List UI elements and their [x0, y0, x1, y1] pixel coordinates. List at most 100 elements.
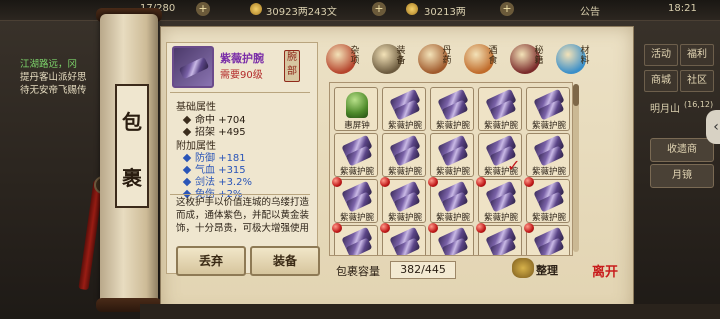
inventory-slot[interactable]	[476, 223, 522, 255]
item-label: 紫薇护腕	[531, 213, 566, 223]
stat-row: 招架 +495	[182, 123, 246, 138]
seal-text: 离开	[592, 265, 619, 280]
title-char: 包	[122, 110, 142, 134]
inventory-slot[interactable]: 紫薇护腕	[526, 133, 570, 177]
red-dot-badge-icon	[428, 223, 438, 233]
red-dot-badge-icon	[428, 177, 438, 187]
item-label: 紫薇护腕	[339, 213, 374, 223]
inventory-slot[interactable]	[380, 223, 426, 255]
tab-book[interactable]: 秘籍	[508, 42, 544, 76]
inventory-slot[interactable]: 紫薇护腕	[476, 177, 522, 223]
discard-button[interactable]: 丢弃	[176, 246, 246, 276]
inventory-title-box: 包 裹	[115, 84, 149, 208]
divider	[170, 92, 310, 93]
inventory-slot[interactable]: 紫薇护腕	[380, 177, 426, 223]
red-dot-badge-icon	[476, 223, 486, 233]
clock-text: 18:21	[668, 3, 697, 14]
item-label: 紫薇护腕	[435, 121, 470, 131]
bottom-bar	[140, 304, 720, 319]
notice-link[interactable]: 公告	[580, 3, 600, 18]
chat-line: 江湖路远，冈	[20, 59, 78, 70]
inventory-slot[interactable]	[524, 223, 570, 255]
inventory-grid: 惠屏钟 紫薇护腕 紫薇护腕 紫薇护腕 紫薇护腕 紫薇护腕 紫薇护腕 紫薇护腕 紫薇护腕 ✓ 紫薇护腕…	[329, 82, 573, 256]
grid-scrollbar[interactable]	[573, 84, 579, 252]
inventory-slot[interactable]: 紫薇护腕	[526, 87, 570, 131]
item-description: 这枚护手以价值连城的乌缕打造而成，通体紫色，并配以黄金装饰，十分昂贵，可极大增强…	[176, 197, 310, 234]
gauntlet-icon	[178, 56, 210, 80]
red-dot-badge-icon	[332, 177, 342, 187]
inventory-slot[interactable]: 紫薇护腕	[428, 177, 474, 223]
item-label: 惠屏钟	[344, 121, 370, 131]
item-name: 紫薇护腕	[220, 52, 264, 65]
inventory-slot[interactable]: 紫薇护腕	[382, 87, 426, 131]
inventory-slot[interactable]: 紫薇护腕	[430, 87, 474, 131]
add-level-plus-button[interactable]: +	[196, 2, 210, 16]
item-label: 紫薇护腕	[531, 121, 566, 131]
tab-label: 丹药	[442, 46, 452, 66]
shop-button[interactable]: 商城	[644, 70, 678, 92]
silver-currency-text: 30923两243文	[266, 7, 337, 18]
capacity-label: 包裹容量	[336, 265, 380, 278]
activity-button[interactable]: 活动	[644, 44, 678, 66]
inventory-slot[interactable]: 紫薇护腕	[382, 133, 426, 177]
selected-item-slot[interactable]	[172, 46, 214, 88]
item-label: 紫薇护腕	[387, 167, 422, 177]
ingot-icon	[406, 3, 418, 15]
location-name: 明月山	[650, 104, 680, 115]
inventory-slot[interactable]: 紫薇护腕	[478, 87, 522, 131]
title-char: 裹	[122, 166, 142, 190]
grid-scrollbar-thumb[interactable]	[573, 84, 579, 106]
item-label: 紫薇护腕	[435, 167, 470, 177]
chat-line: 提丹客山派好思	[20, 72, 87, 83]
red-dot-badge-icon	[332, 223, 342, 233]
chat-preview[interactable]: 江湖路远，冈 提丹客山派好思 待无安帝飞赐传	[20, 58, 110, 97]
item-label: 紫薇护腕	[387, 213, 422, 223]
close-seal-button[interactable]: 离开	[592, 266, 618, 292]
item-label: 紫薇护腕	[339, 167, 374, 177]
chat-line: 待无安帝飞赐传	[20, 85, 87, 96]
equip-button[interactable]: 装备	[250, 246, 320, 276]
item-label: 紫薇护腕	[483, 213, 518, 223]
item-label: 紫薇护腕	[483, 121, 518, 131]
bell-icon	[346, 92, 368, 118]
inventory-slot[interactable]: 紫薇护腕	[430, 133, 474, 177]
red-dot-badge-icon	[524, 177, 534, 187]
equip-slot-tag: 腕部	[284, 50, 300, 82]
location-coords: (16,12)	[684, 100, 714, 109]
item-label: 紫薇护腕	[435, 213, 470, 223]
inventory-slot[interactable]	[332, 223, 378, 255]
moon-mirror-button[interactable]: 月镜	[650, 164, 714, 188]
tab-equipment[interactable]: 装备	[370, 42, 406, 76]
item-label: 紫薇护腕	[531, 167, 566, 177]
inventory-slot[interactable]: 紫薇护腕 ✓	[478, 133, 522, 177]
community-button[interactable]: 社区	[680, 70, 714, 92]
tab-medicine[interactable]: 丹药	[416, 42, 452, 76]
tab-material-gem[interactable]: 材料	[554, 42, 590, 76]
inventory-slot[interactable]: 紫薇护腕	[334, 133, 378, 177]
add-gold-plus-button[interactable]: +	[500, 2, 514, 16]
collect-button[interactable]: 收遗商	[650, 138, 714, 162]
inventory-slot[interactable]: 紫薇护腕	[332, 177, 378, 223]
welfare-button[interactable]: 福利	[680, 44, 714, 66]
item-requirement: 需要90级	[220, 70, 263, 81]
side-expand-tab[interactable]: ‹	[706, 110, 720, 144]
sort-button[interactable]: 整理	[536, 262, 558, 278]
divider	[170, 194, 310, 195]
inventory-slot[interactable]	[428, 223, 474, 255]
inventory-slot[interactable]: 惠屏钟	[334, 87, 378, 131]
tab-wine-food[interactable]: 酒食	[462, 42, 498, 76]
coin-icon	[250, 3, 262, 15]
add-silver-plus-button[interactable]: +	[372, 2, 386, 16]
gold-currency-text: 30213两	[424, 7, 466, 18]
item-label: 紫薇护腕	[387, 121, 422, 131]
sort-bag-icon[interactable]	[512, 258, 534, 278]
selected-check-icon: ✓	[507, 156, 521, 175]
red-dot-badge-icon	[476, 177, 486, 187]
inventory-slot[interactable]: 紫薇护腕	[524, 177, 570, 223]
tab-label: 酒食	[488, 46, 498, 66]
tab-misc-bag[interactable]: 杂项	[324, 42, 360, 76]
tab-label: 秘籍	[534, 46, 544, 66]
capacity-value: 382/445	[390, 261, 456, 279]
red-dot-badge-icon	[380, 223, 390, 233]
tab-label: 装备	[396, 46, 406, 66]
